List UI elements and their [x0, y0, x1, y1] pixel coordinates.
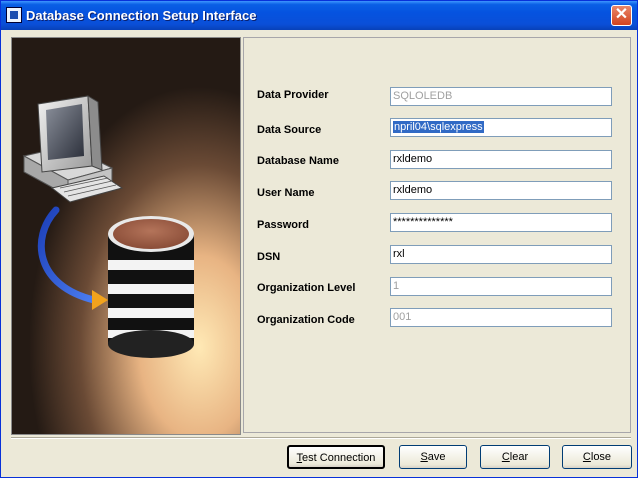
user-name-label: User Name [257, 187, 315, 199]
computer-database-illustration [22, 95, 194, 358]
organization-code-field[interactable]: 001 [390, 308, 612, 327]
close-window-button[interactable]: ✕ [611, 5, 632, 26]
organization-level-field[interactable]: 1 [390, 277, 612, 296]
illustration-panel [11, 37, 241, 435]
data-source-label: Data Source [257, 124, 322, 136]
organization-level-label: Organization Level [257, 282, 356, 294]
database-icon [108, 216, 194, 358]
connection-arrow-icon [37, 206, 108, 310]
data-source-field[interactable]: npril04\sqlexpress [390, 118, 612, 137]
dsn-field[interactable]: rxl [390, 245, 612, 264]
window-title: Database Connection Setup Interface [26, 8, 257, 23]
clear-label: lear [509, 451, 529, 463]
password-label: Password [257, 219, 309, 231]
test-connection-button[interactable]: Test Connection [287, 445, 385, 469]
organization-code-label: Organization Code [257, 314, 355, 326]
computer-icon [22, 95, 124, 203]
save-label: ave [427, 451, 446, 463]
database-name-label: Database Name [257, 155, 339, 167]
data-provider-label: Data Provider [257, 89, 329, 101]
database-name-field[interactable]: rxldemo [390, 150, 612, 169]
database-app-icon [6, 7, 22, 23]
password-field[interactable]: ************** [390, 213, 612, 232]
close-mnemonic: C [582, 451, 591, 463]
separator [11, 437, 631, 439]
save-mnemonic: S [420, 451, 428, 463]
user-name-field[interactable]: rxldemo [390, 181, 612, 200]
close-label: lose [590, 451, 612, 463]
data-source-value: npril04\sqlexpress [393, 121, 484, 133]
connection-form: Data Provider SQLOLEDB Data Source npril… [243, 37, 631, 433]
dsn-label: DSN [257, 251, 281, 263]
close-button[interactable]: Close [562, 445, 632, 469]
dialog-window: Database Connection Setup Interface ✕ Da… [0, 0, 638, 478]
save-button[interactable]: Save [399, 445, 467, 469]
clear-button[interactable]: Clear [480, 445, 550, 469]
close-icon: ✕ [614, 6, 629, 23]
title-bar[interactable]: Database Connection Setup Interface ✕ [1, 1, 637, 30]
data-provider-field[interactable]: SQLOLEDB [390, 87, 612, 106]
clear-mnemonic: C [501, 451, 510, 463]
test-connection-label: est Connection [302, 452, 376, 464]
